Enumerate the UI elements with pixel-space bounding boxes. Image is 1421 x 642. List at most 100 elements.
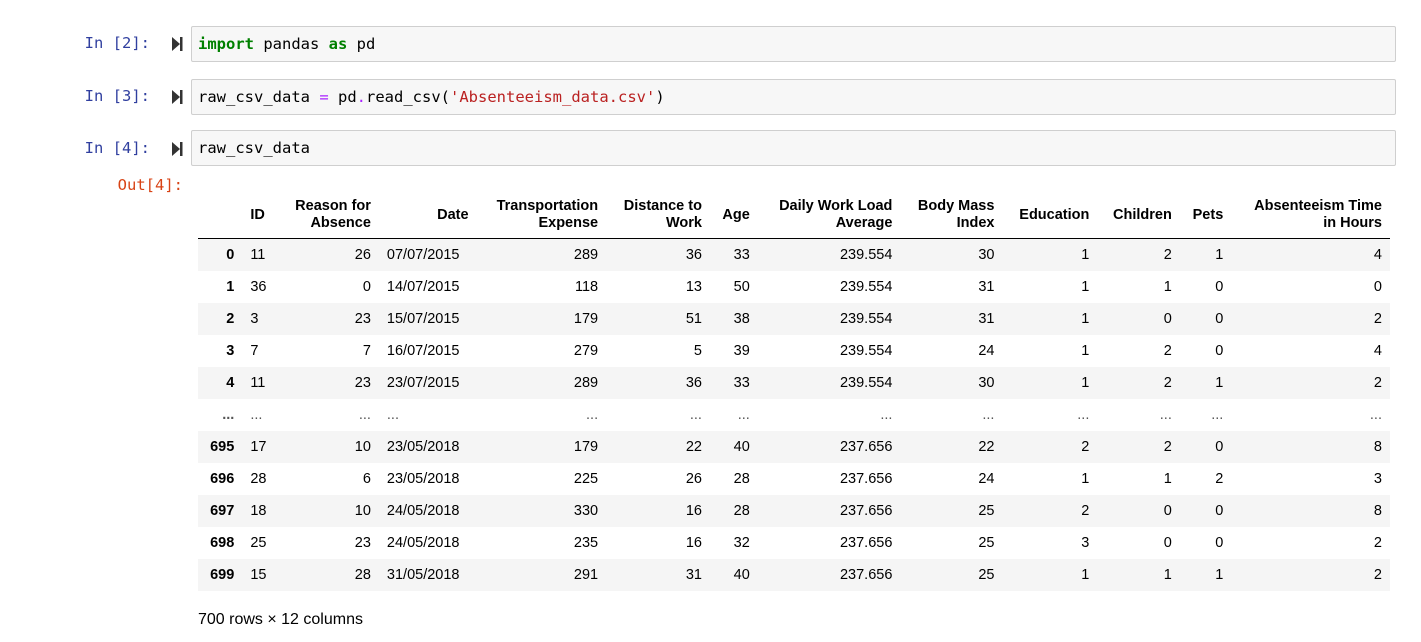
column-header: Date [378,192,477,239]
table-cell: 16 [685,502,702,519]
table-cell: 14/07/2015 [386,278,460,295]
table-cell: 239.554 [839,310,893,327]
table-cell: 23/05/2018 [386,438,460,455]
table-row: 699 15 28 31/05/2018 291 31 40 237.656 25 1 1 1 2 [198,558,1390,591]
table-cell: 235 [573,534,599,551]
table-cell: 2 [1373,374,1382,391]
table-cell: 11 [250,246,266,263]
table-cell: 2 [1163,374,1172,391]
table-cell: 0 [1373,278,1382,295]
table-cell: 36 [685,246,702,263]
table-cell: 3 [1373,470,1382,487]
row-index: 2 [226,310,235,327]
row-index: 695 [210,438,235,455]
table-cell: 36 [250,278,267,295]
table-cell: 23/05/2018 [386,470,460,487]
input-prompt: In [4]: [84,139,150,157]
table-cell: 1 [1163,566,1172,583]
code-cell-1[interactable]: In [2]: import pandas as pd [0,25,1421,63]
code-input[interactable]: raw_csv_data [191,130,1396,166]
table-cell: 239.554 [839,246,893,263]
table-cell: 1 [1081,342,1090,359]
table-cell: 24/05/2018 [386,534,460,551]
table-cell: 24 [978,470,995,487]
run-cell-icon[interactable] [171,141,183,157]
table-cell: 0 [362,278,371,295]
table-cell: 237.656 [839,534,893,551]
table-cell: 33 [733,374,750,391]
table-cell: 7 [362,342,371,359]
table-cell: 22 [978,438,995,455]
code-input[interactable]: raw_csv_data = pd.read_csv('Absenteeism_… [191,79,1396,115]
table-cell: ... [982,406,995,423]
table-cell: 237.656 [839,566,893,583]
table-cell: ... [586,406,599,423]
table-cell: 17 [250,438,267,455]
table-cell: 2 [1081,438,1090,455]
table-row: ....................................... [198,399,1390,431]
row-index: ... [222,406,235,423]
table-row: 696 28 6 23/05/2018 225 26 28 237.656 24 1 1 2 3 [198,463,1390,495]
column-header: Body Mass Index [900,192,1003,239]
table-cell: 2 [1081,502,1090,519]
run-cell-icon[interactable] [171,36,183,52]
table-cell: 15/07/2015 [386,310,460,327]
table-cell: 16/07/2015 [386,342,460,359]
run-cell-icon[interactable] [171,89,183,105]
table-cell: 11 [250,374,266,391]
table-cell: 30 [978,246,995,263]
table-cell: 31 [978,278,995,295]
table-cell: 2 [1373,534,1382,551]
table-cell: 25 [250,534,267,551]
table-cell: 2 [1373,310,1382,327]
index-header [198,192,243,239]
table-cell: 0 [1163,502,1172,519]
code-token: raw_csv_data [198,88,320,106]
column-header: ID [242,192,278,239]
input-prompt: In [3]: [84,87,150,105]
table-cell: 28 [250,470,267,487]
table-cell: 0 [1215,438,1224,455]
table-cell: 28 [733,470,750,487]
table-cell: 50 [733,278,750,295]
code-input[interactable]: import pandas as pd [191,26,1396,62]
table-cell: 4 [1373,246,1382,263]
column-header: Daily Work Load Average [757,192,901,239]
table-cell: 23/07/2015 [386,374,460,391]
table-cell: 6 [362,470,371,487]
table-cell: 8 [1373,438,1382,455]
table-row: 3 7 7 16/07/2015 279 5 39 239.554 24 1 2 0 4 [198,335,1390,367]
table-cell: 24 [978,342,995,359]
table-cell: 0 [1215,342,1224,359]
table-cell: 7 [250,342,259,359]
code-token: . [356,88,367,106]
table-cell: 2 [1163,342,1172,359]
table-cell: 38 [733,310,750,327]
table-cell: 0 [1163,310,1172,327]
table-cell: 0 [1215,278,1224,295]
column-header: Age [709,192,758,239]
table-cell: 225 [573,470,599,487]
table-cell: 237.656 [839,502,893,519]
table-cell: 33 [733,246,750,263]
table-cell: 237.656 [839,470,893,487]
code-cell-2[interactable]: In [3]: raw_csv_data = pd.read_csv('Abse… [0,78,1421,116]
table-cell: 0 [1163,534,1172,551]
code-cell-3[interactable]: In [4]: raw_csv_data [0,130,1421,168]
table-row: 697 18 10 24/05/2018 330 16 28 237.656 25 2 0 0 8 [198,494,1390,527]
table-cell: 4 [1373,342,1382,359]
table-cell: 26 [354,246,371,263]
table-cell: ... [1369,406,1382,423]
row-index: 699 [210,566,235,583]
table-cell: 1 [1081,566,1090,583]
table-cell: 118 [575,278,599,295]
table-cell: 289 [573,374,599,391]
table-cell: 10 [354,438,371,455]
table-cell: 179 [573,438,599,455]
table-cell: 25 [978,534,995,551]
table-cell: 22 [685,438,702,455]
column-header: Reason for Absence [277,192,379,239]
table-row: 698 25 23 24/05/2018 235 16 32 237.656 25 3 0 0 2 [198,527,1390,559]
table-cell: 13 [685,278,702,295]
table-cell: 239.554 [839,342,893,359]
